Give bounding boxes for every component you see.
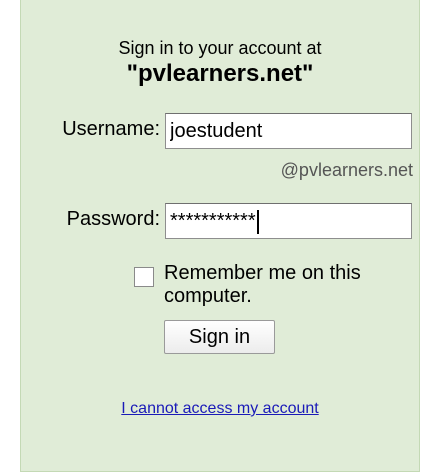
text-caret <box>256 209 259 234</box>
site-name-heading: "pvlearners.net" <box>126 60 314 87</box>
username-label: Username: <box>62 118 160 140</box>
remember-me-checkbox[interactable] <box>134 267 154 287</box>
sign-in-button[interactable]: Sign in <box>164 320 275 354</box>
signin-heading: Sign in to your account at <box>118 38 322 58</box>
remember-me-label[interactable]: Remember me on this computer. <box>164 262 404 308</box>
domain-hint: @pvlearners.net <box>280 160 413 180</box>
password-field[interactable]: *********** <box>165 203 412 239</box>
cannot-access-account-link[interactable]: I cannot access my account <box>21 400 419 418</box>
username-field[interactable] <box>165 113 412 149</box>
password-label: Password: <box>66 208 160 230</box>
login-panel: Sign in to your account at "pvlearners.n… <box>20 0 420 472</box>
password-mask: *********** <box>170 210 256 232</box>
